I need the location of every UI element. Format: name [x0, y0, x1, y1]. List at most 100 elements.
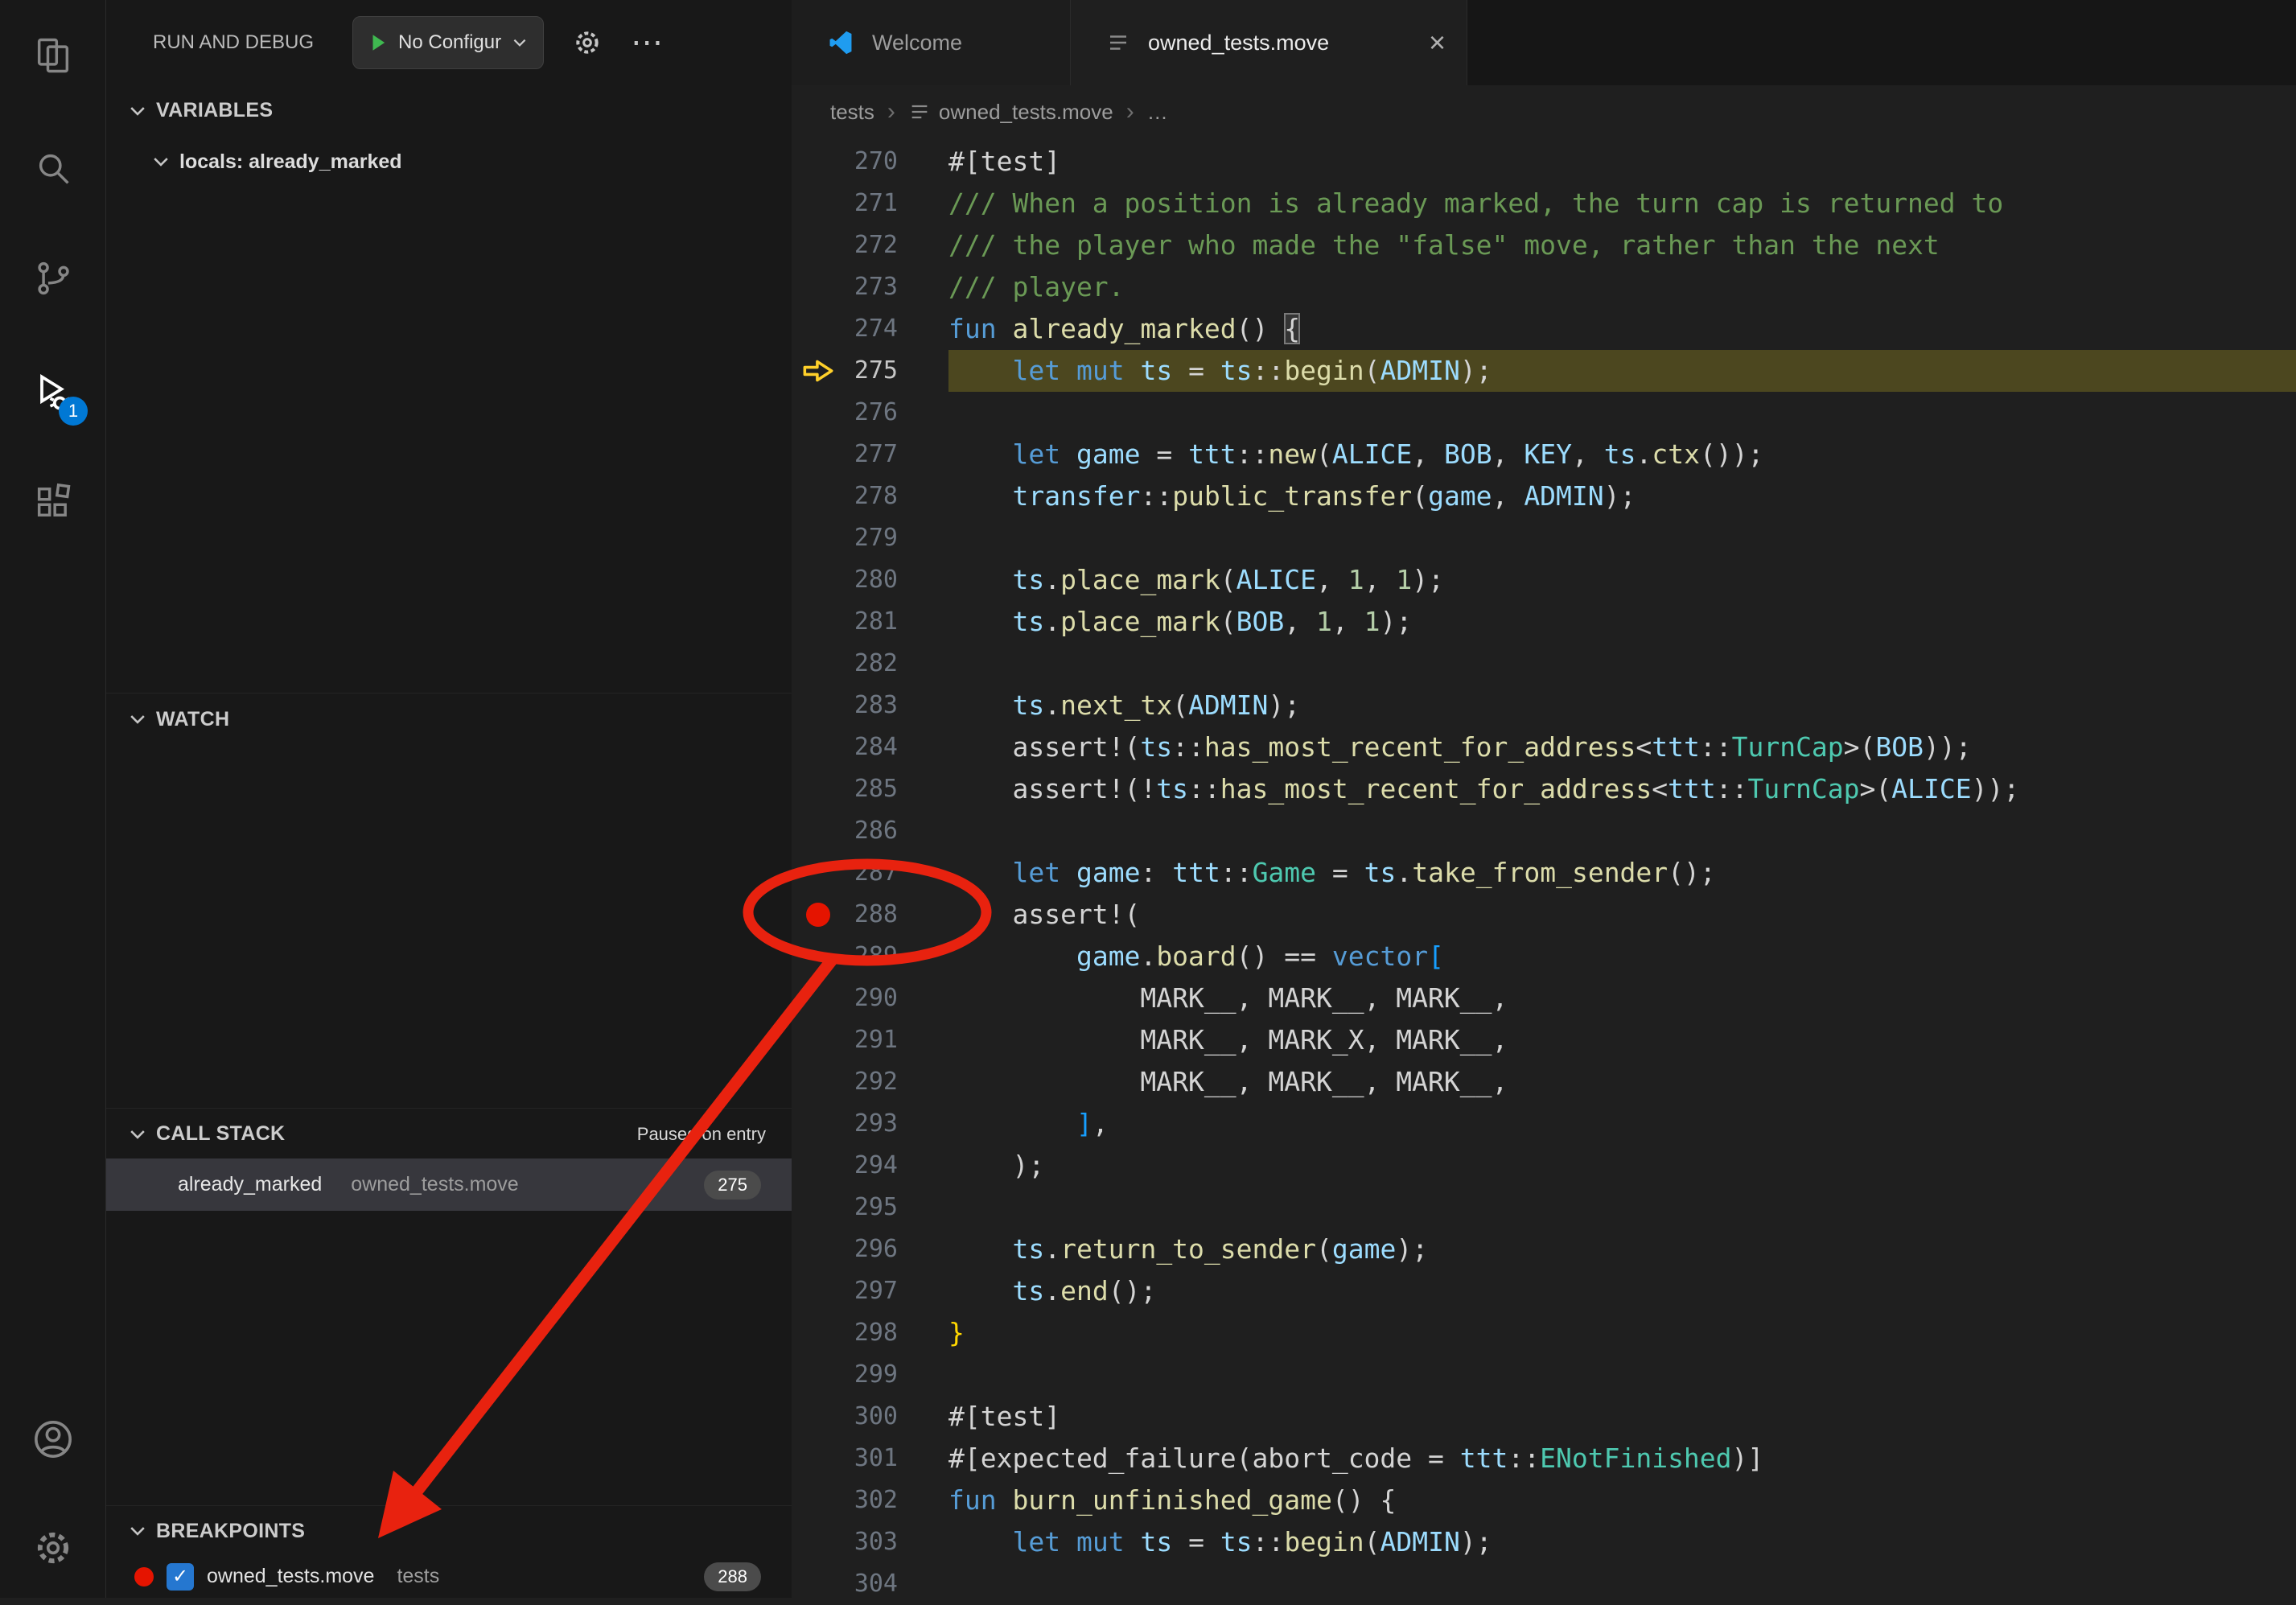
line-number[interactable]: 299	[845, 1354, 898, 1396]
gutter-glyph-margin[interactable]	[792, 308, 845, 350]
gutter-glyph-margin[interactable]	[792, 434, 845, 475]
breakpoint-checkbox[interactable]	[167, 1563, 194, 1591]
code-editor[interactable]: 270#[test]271/// When a position is alre…	[792, 138, 2296, 1598]
line-number[interactable]: 277	[845, 434, 898, 475]
line-number[interactable]: 289	[845, 936, 898, 977]
tab-owned-tests-move[interactable]: owned_tests.move ×	[1071, 0, 1467, 85]
debug-config-dropdown[interactable]: No Configur	[352, 16, 544, 69]
gutter-glyph-margin[interactable]	[792, 1228, 845, 1270]
code-line-278[interactable]: 278 transfer::public_transfer(game, ADMI…	[792, 475, 2296, 517]
gutter-glyph-margin[interactable]	[792, 1187, 845, 1228]
call-stack-frame[interactable]: already_marked owned_tests.move 275	[106, 1158, 792, 1211]
line-number[interactable]: 292	[845, 1061, 898, 1103]
line-number[interactable]: 284	[845, 726, 898, 768]
gutter-glyph-margin[interactable]	[792, 1019, 845, 1061]
code-line-303[interactable]: 303 let mut ts = ts::begin(ADMIN);	[792, 1521, 2296, 1563]
gutter-glyph-margin[interactable]	[792, 183, 845, 224]
code-line-270[interactable]: 270#[test]	[792, 141, 2296, 183]
search-icon[interactable]	[0, 124, 105, 212]
gutter-glyph-margin[interactable]	[792, 601, 845, 643]
variables-scope-locals[interactable]: locals: already_marked	[106, 136, 792, 187]
gutter-glyph-margin[interactable]	[792, 1438, 845, 1479]
line-number[interactable]: 278	[845, 475, 898, 517]
gutter-glyph-margin[interactable]	[792, 392, 845, 434]
code-line-301[interactable]: 301#[expected_failure(abort_code = ttt::…	[792, 1438, 2296, 1479]
line-number[interactable]: 295	[845, 1187, 898, 1228]
gutter-glyph-margin[interactable]	[792, 894, 845, 936]
gutter-glyph-margin[interactable]	[792, 977, 845, 1019]
code-line-271[interactable]: 271/// When a position is already marked…	[792, 183, 2296, 224]
gutter-glyph-margin[interactable]	[792, 224, 845, 266]
code-line-298[interactable]: 298}	[792, 1312, 2296, 1354]
gutter-glyph-margin[interactable]	[792, 852, 845, 894]
gutter-glyph-margin[interactable]	[792, 475, 845, 517]
extensions-icon[interactable]	[0, 458, 105, 546]
gutter-glyph-margin[interactable]	[792, 1145, 845, 1187]
line-number[interactable]: 288	[845, 894, 898, 936]
code-line-290[interactable]: 290 MARK__, MARK__, MARK__,	[792, 977, 2296, 1019]
code-line-296[interactable]: 296 ts.return_to_sender(game);	[792, 1228, 2296, 1270]
start-debug-icon[interactable]	[368, 32, 389, 53]
gutter-glyph-margin[interactable]	[792, 1479, 845, 1521]
breadcrumb-folder[interactable]: tests	[830, 100, 874, 125]
code-line-304[interactable]: 304	[792, 1563, 2296, 1605]
code-line-295[interactable]: 295	[792, 1187, 2296, 1228]
breakpoint-list-item[interactable]: owned_tests.move tests 288	[106, 1555, 792, 1598]
gutter-glyph-margin[interactable]	[792, 768, 845, 810]
account-icon[interactable]	[0, 1395, 105, 1484]
gutter-glyph-margin[interactable]	[792, 1354, 845, 1396]
line-number[interactable]: 276	[845, 392, 898, 434]
gutter-glyph-margin[interactable]	[792, 141, 845, 183]
code-line-279[interactable]: 279	[792, 517, 2296, 559]
gutter-glyph-margin[interactable]	[792, 643, 845, 685]
line-number[interactable]: 301	[845, 1438, 898, 1479]
line-number[interactable]: 274	[845, 308, 898, 350]
gutter-glyph-margin[interactable]	[792, 517, 845, 559]
gutter-glyph-margin[interactable]	[792, 1563, 845, 1605]
gutter-glyph-margin[interactable]	[792, 1103, 845, 1145]
line-number[interactable]: 280	[845, 559, 898, 601]
code-line-274[interactable]: 274fun already_marked() {	[792, 308, 2296, 350]
gutter-glyph-margin[interactable]	[792, 1312, 845, 1354]
code-line-288[interactable]: 288 assert!(	[792, 894, 2296, 936]
source-control-icon[interactable]	[0, 234, 105, 323]
code-line-276[interactable]: 276	[792, 392, 2296, 434]
code-line-302[interactable]: 302fun burn_unfinished_game() {	[792, 1479, 2296, 1521]
gutter-glyph-margin[interactable]	[792, 936, 845, 977]
line-number[interactable]: 282	[845, 643, 898, 685]
line-number[interactable]: 286	[845, 810, 898, 852]
line-number[interactable]: 290	[845, 977, 898, 1019]
code-line-277[interactable]: 277 let game = ttt::new(ALICE, BOB, KEY,…	[792, 434, 2296, 475]
code-line-299[interactable]: 299	[792, 1354, 2296, 1396]
line-number[interactable]: 279	[845, 517, 898, 559]
call-stack-section-header[interactable]: CALL STACK Paused on entry	[106, 1108, 792, 1159]
gutter-glyph-margin[interactable]	[792, 559, 845, 601]
code-line-273[interactable]: 273/// player.	[792, 266, 2296, 308]
close-icon[interactable]: ×	[1429, 28, 1446, 57]
line-number[interactable]: 285	[845, 768, 898, 810]
gutter-glyph-margin[interactable]	[792, 810, 845, 852]
breadcrumb-file[interactable]: owned_tests.move	[939, 100, 1113, 125]
gutter-glyph-margin[interactable]	[792, 266, 845, 308]
code-line-275[interactable]: 275 let mut ts = ts::begin(ADMIN);	[792, 350, 2296, 392]
code-line-272[interactable]: 272/// the player who made the "false" m…	[792, 224, 2296, 266]
code-line-280[interactable]: 280 ts.place_mark(ALICE, 1, 1);	[792, 559, 2296, 601]
gutter-glyph-margin[interactable]	[792, 1270, 845, 1312]
code-line-286[interactable]: 286	[792, 810, 2296, 852]
code-line-287[interactable]: 287 let game: ttt::Game = ts.take_from_s…	[792, 852, 2296, 894]
code-line-297[interactable]: 297 ts.end();	[792, 1270, 2296, 1312]
gutter-glyph-margin[interactable]	[792, 685, 845, 726]
code-line-281[interactable]: 281 ts.place_mark(BOB, 1, 1);	[792, 601, 2296, 643]
line-number[interactable]: 283	[845, 685, 898, 726]
line-number[interactable]: 296	[845, 1228, 898, 1270]
line-number[interactable]: 304	[845, 1563, 898, 1605]
line-number[interactable]: 294	[845, 1145, 898, 1187]
breakpoints-section-header[interactable]: BREAKPOINTS	[106, 1505, 792, 1556]
line-number[interactable]: 287	[845, 852, 898, 894]
line-number[interactable]: 270	[845, 141, 898, 183]
line-number[interactable]: 297	[845, 1270, 898, 1312]
line-number[interactable]: 291	[845, 1019, 898, 1061]
gutter-glyph-margin[interactable]	[792, 350, 845, 392]
line-number[interactable]: 300	[845, 1396, 898, 1438]
code-line-289[interactable]: 289 game.board() == vector[	[792, 936, 2296, 977]
